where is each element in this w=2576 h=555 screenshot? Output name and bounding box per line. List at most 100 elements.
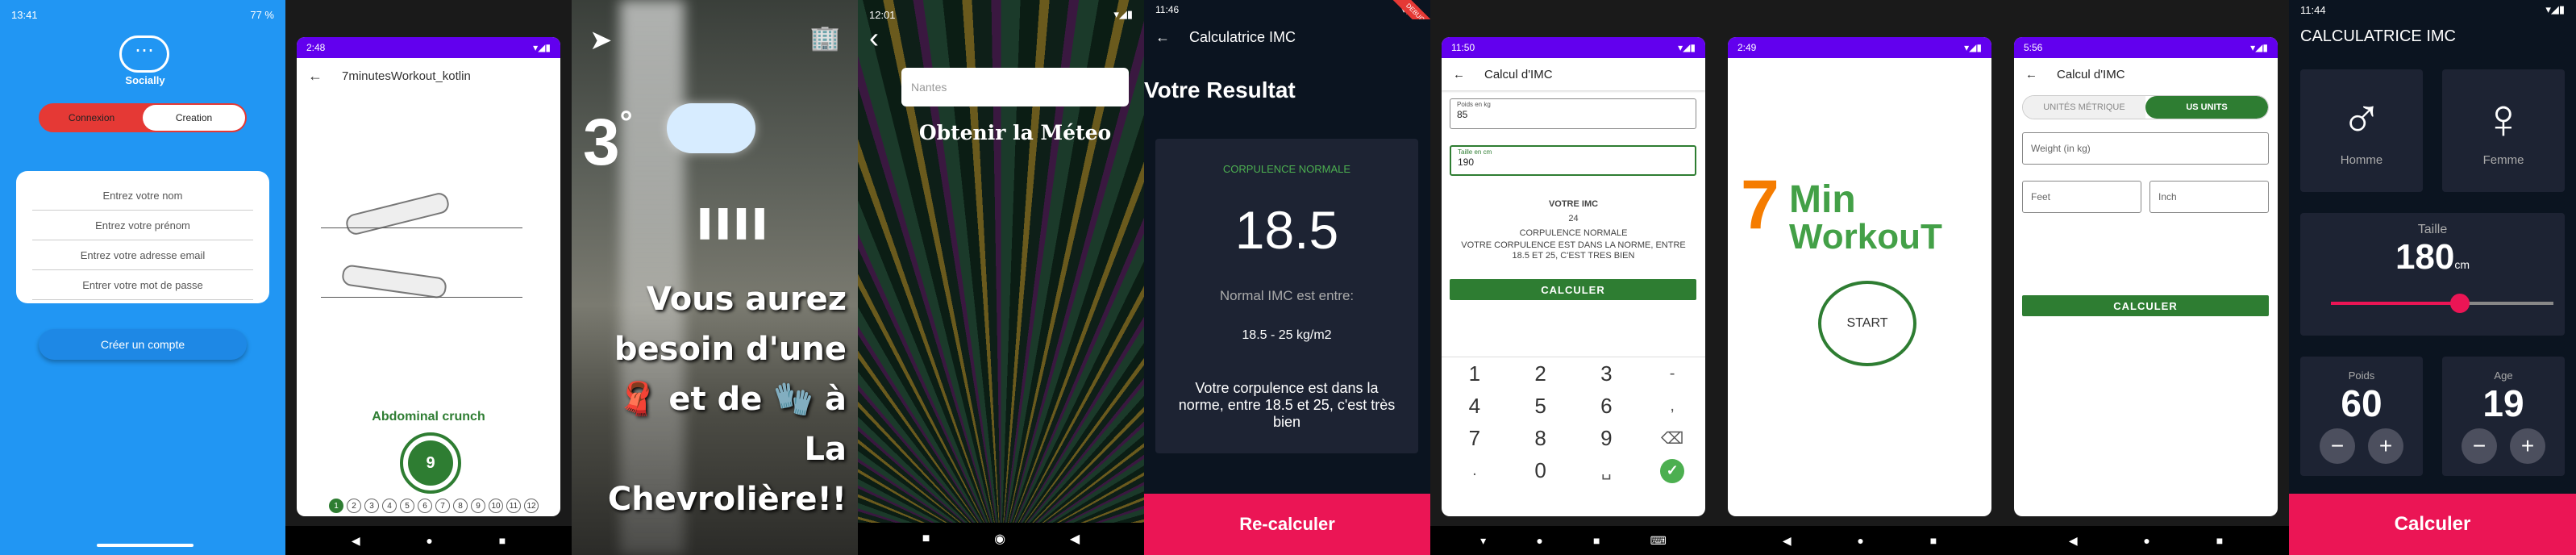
key-15[interactable]: ✓ xyxy=(1639,455,1705,487)
key-3[interactable]: - xyxy=(1639,357,1705,390)
back-arrow-icon[interactable]: ← xyxy=(2025,68,2037,81)
key-4[interactable]: 4 xyxy=(1442,390,1508,422)
back-nav-icon[interactable]: ◀ xyxy=(352,534,360,548)
key-1[interactable]: 2 xyxy=(1508,357,1574,390)
home-nav-icon[interactable]: ● xyxy=(426,534,432,547)
weight-field-label: Poids en kg xyxy=(1457,101,1491,108)
step-indicator: 3 xyxy=(364,499,379,513)
key-10[interactable]: 9 xyxy=(1574,423,1640,455)
height-field[interactable]: Taille en cm 190 xyxy=(1450,145,1696,176)
keyboard-switch-icon[interactable]: ⌨ xyxy=(1650,534,1667,548)
get-weather-button[interactable]: Obtenir la Méteo xyxy=(898,121,1132,144)
name-field[interactable]: Entrez votre nom xyxy=(32,181,253,211)
male-icon: ♂ xyxy=(2340,87,2383,150)
recents-nav-icon[interactable]: ■ xyxy=(2216,534,2223,547)
city-input[interactable]: Nantes xyxy=(901,68,1129,106)
panel-weather-result: ➤ 🏢 3° ▐▐▐▐ Vous aurez besoin d'une 🧣 et… xyxy=(572,0,858,555)
key-6[interactable]: 6 xyxy=(1574,390,1640,422)
key-12[interactable]: . xyxy=(1442,455,1508,487)
recents-nav-icon[interactable]: ■ xyxy=(499,534,506,547)
timer-ring: 9 xyxy=(400,432,461,494)
height-slider-thumb[interactable] xyxy=(2450,294,2470,313)
home-nav-icon[interactable]: ● xyxy=(1857,534,1863,547)
bmi-description: Votre corpulence est dans la norme, entr… xyxy=(1178,380,1396,430)
step-indicator: 4 xyxy=(382,499,397,513)
recents-nav-icon[interactable]: ■ xyxy=(1930,534,1937,547)
key-0[interactable]: 1 xyxy=(1442,357,1508,390)
status-bar: 11:44 ▾◢▮ xyxy=(2289,0,2576,19)
calculate-button[interactable]: CALCULER xyxy=(1450,279,1696,300)
key-9[interactable]: 8 xyxy=(1508,423,1574,455)
calculate-button[interactable]: CALCULER xyxy=(2022,295,2269,316)
status-bar: 12:01 ▾◢▮ xyxy=(858,0,1144,29)
female-label: Femme xyxy=(2482,153,2524,167)
feet-input[interactable]: Feet xyxy=(2022,181,2141,213)
status-bar: 2:48 ▾◢▮ xyxy=(297,37,560,58)
city-icon[interactable]: 🏢 xyxy=(810,24,840,52)
key-5[interactable]: 5 xyxy=(1508,390,1574,422)
create-account-button[interactable]: Créer un compte xyxy=(39,329,247,360)
tab-metric-units[interactable]: UNITÉS MÉTRIQUE xyxy=(2023,96,2145,119)
calculate-button[interactable]: Calculer xyxy=(2289,494,2576,555)
weight-minus-button[interactable]: − xyxy=(2320,428,2355,464)
location-arrow-icon[interactable]: ➤ xyxy=(589,24,613,56)
bmi-result: VOTRE IMC 24 CORPULENCE NORMALE VOTRE CO… xyxy=(1442,197,1705,261)
back-nav-icon[interactable]: ◀ xyxy=(1783,534,1792,548)
exercise-floor-line xyxy=(321,227,522,228)
home-indicator[interactable] xyxy=(97,544,194,547)
age-minus-button[interactable]: − xyxy=(2462,428,2497,464)
temperature-value: 3 xyxy=(583,106,620,179)
step-indicator: 11 xyxy=(506,499,521,513)
result-heading: Votre Resultat xyxy=(1144,77,1296,102)
page-title: 7minutesWorkout_kotlin xyxy=(342,69,471,83)
key-7[interactable]: , xyxy=(1639,390,1705,422)
back-arrow-icon[interactable]: ← xyxy=(1453,68,1465,81)
email-field[interactable]: Entrez votre adresse email xyxy=(32,240,253,270)
tab-us-units[interactable]: US UNITS xyxy=(2145,96,2268,119)
back-arrow-icon[interactable]: ← xyxy=(1155,29,1170,46)
weight-field[interactable]: Poids en kg 85 xyxy=(1450,98,1696,129)
gender-male-card[interactable]: ♂ Homme xyxy=(2300,69,2423,192)
home-nav-icon[interactable]: ● xyxy=(2143,534,2149,547)
height-slider[interactable] xyxy=(2331,294,2553,313)
key-14[interactable]: ␣ xyxy=(1574,455,1640,487)
step-indicator: 1 xyxy=(329,499,343,513)
page-title: Calcul d'IMC xyxy=(1484,67,1553,81)
bmi-result-description: VOTRE CORPULENCE EST DANS LA NORME, ENTR… xyxy=(1461,240,1686,261)
age-label: Age xyxy=(2494,369,2513,382)
home-nav-icon[interactable]: ◉ xyxy=(994,531,1005,547)
phone-screen: 2:48 ▾◢▮ ← 7minutesWorkout_kotlin Abdomi… xyxy=(297,37,560,516)
key-2[interactable]: 3 xyxy=(1574,357,1640,390)
age-plus-button[interactable]: + xyxy=(2510,428,2545,464)
home-nav-icon[interactable]: ● xyxy=(1536,534,1542,547)
temperature: 3° xyxy=(583,105,633,181)
tab-creation[interactable]: Creation xyxy=(143,105,245,131)
back-nav-icon[interactable]: ◀ xyxy=(1070,531,1080,547)
recents-nav-icon[interactable]: ■ xyxy=(1593,534,1600,547)
start-button[interactable]: START xyxy=(1818,281,1916,366)
password-field[interactable]: Entrer votre mot de passe xyxy=(32,270,253,300)
exercise-figure-upper xyxy=(343,190,452,237)
back-arrow-icon[interactable]: ← xyxy=(308,68,323,85)
tab-connexion[interactable]: Connexion xyxy=(40,105,143,131)
back-chevron-icon[interactable]: ‹ xyxy=(869,21,879,55)
recents-nav-icon[interactable]: ■ xyxy=(922,532,930,546)
keyboard-hide-icon[interactable]: ▾ xyxy=(1480,534,1486,548)
signal-icons: ▾◢▮ xyxy=(1678,42,1696,53)
weight-input[interactable]: Weight (in kg) xyxy=(2022,132,2269,165)
weight-plus-button[interactable]: + xyxy=(2368,428,2403,464)
female-icon: ♀ xyxy=(2482,87,2525,150)
gender-female-card[interactable]: ♀ Femme xyxy=(2442,69,2565,192)
first-name-field[interactable]: Entrez votre prénom xyxy=(32,211,253,240)
step-indicator: 12 xyxy=(524,499,539,513)
inch-input[interactable]: Inch xyxy=(2149,181,2269,213)
signal-icons: ▾◢▮ xyxy=(2250,42,2268,53)
key-11[interactable]: ⌫ xyxy=(1639,423,1705,455)
key-8[interactable]: 7 xyxy=(1442,423,1508,455)
panel-bmi-calc-us: 5:56 ▾◢▮ ← Calcul d'IMC UNITÉS MÉTRIQUE … xyxy=(2003,0,2289,555)
signup-form-card: Entrez votre nom Entrez votre prénom Ent… xyxy=(16,171,269,303)
recalculate-button[interactable]: Re-calculer xyxy=(1144,494,1430,555)
key-13[interactable]: 0 xyxy=(1508,455,1574,487)
panel-bmi-dark: 11:44 ▾◢▮ CALCULATRICE IMC ♂ Homme ♀ Fem… xyxy=(2289,0,2576,555)
back-nav-icon[interactable]: ◀ xyxy=(2069,534,2078,548)
